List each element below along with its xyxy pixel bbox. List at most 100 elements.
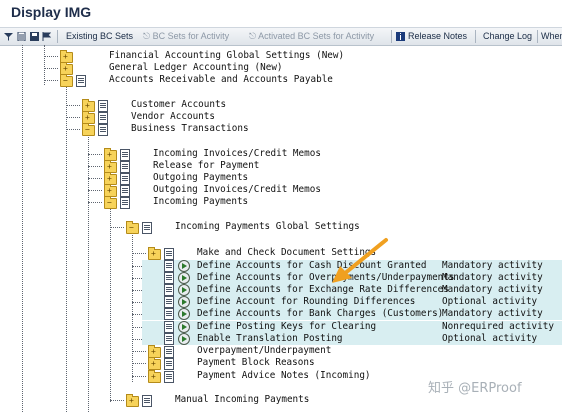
tree-node[interactable]: Vendor Accounts bbox=[131, 111, 215, 123]
existing-bc-sets-button[interactable]: Existing BC Sets bbox=[66, 31, 133, 41]
collapse-folder-icon[interactable]: − bbox=[126, 221, 139, 234]
documentation-icon[interactable] bbox=[164, 346, 174, 358]
tree-line bbox=[66, 129, 80, 130]
tree-node[interactable]: Incoming Invoices/Credit Memos bbox=[153, 148, 321, 160]
tree-node[interactable]: Incoming Payments bbox=[153, 196, 248, 208]
activity-node[interactable]: Define Accounts for Cash Discount Grante… bbox=[197, 260, 427, 272]
tree-node[interactable]: Outgoing Invoices/Credit Memos bbox=[153, 184, 321, 196]
tree-node[interactable]: Release for Payment bbox=[153, 160, 259, 172]
documentation-icon[interactable] bbox=[164, 296, 174, 308]
documentation-icon[interactable] bbox=[120, 197, 130, 209]
tree-line bbox=[44, 68, 58, 69]
tree-line bbox=[88, 135, 89, 412]
status-label: Optional activity bbox=[442, 333, 538, 344]
img-tree: + Financial Accounting Global Settings (… bbox=[0, 45, 562, 412]
release-notes-button[interactable]: Release Notes bbox=[408, 31, 467, 41]
where-used-button[interactable]: When bbox=[541, 31, 562, 41]
window-title: Display IMG bbox=[11, 4, 92, 20]
documentation-icon[interactable] bbox=[120, 185, 130, 197]
title-bar: Display IMG bbox=[0, 0, 562, 27]
change-log-button[interactable]: Change Log bbox=[483, 31, 532, 41]
expand-folder-icon[interactable]: + bbox=[126, 394, 139, 407]
documentation-icon[interactable] bbox=[164, 333, 174, 345]
annotation-arrow-icon bbox=[332, 238, 388, 283]
execute-icon[interactable] bbox=[178, 272, 190, 284]
expand-folder-icon[interactable]: + bbox=[148, 247, 161, 260]
documentation-icon[interactable] bbox=[164, 272, 174, 284]
bc-sets-for-activity-label: BC Sets for Activity bbox=[152, 31, 230, 41]
execute-icon[interactable] bbox=[178, 296, 190, 308]
execute-icon[interactable] bbox=[178, 333, 190, 345]
documentation-icon[interactable] bbox=[164, 321, 174, 333]
activity-node[interactable]: Define Account for Rounding Differences bbox=[197, 296, 415, 308]
tree-node[interactable]: Incoming Payments Global Settings bbox=[175, 221, 360, 233]
activity-node[interactable]: Define Posting Keys for Clearing bbox=[197, 321, 376, 333]
documentation-icon[interactable] bbox=[142, 395, 152, 407]
bc-sets-for-activity-button[interactable]: ⎋ BC Sets for Activity bbox=[143, 31, 229, 42]
tree-line bbox=[66, 117, 80, 118]
activity-node[interactable]: Define Accounts for Bank Charges (Custom… bbox=[197, 308, 443, 320]
documentation-icon[interactable] bbox=[98, 100, 108, 112]
execute-icon[interactable] bbox=[178, 260, 190, 272]
documentation-icon[interactable] bbox=[164, 284, 174, 296]
document-icon[interactable] bbox=[17, 32, 26, 41]
documentation-icon[interactable] bbox=[120, 149, 130, 161]
tree-node[interactable]: Financial Accounting Global Settings (Ne… bbox=[109, 50, 344, 62]
execute-icon[interactable] bbox=[178, 308, 190, 320]
tree-node[interactable]: Accounts Receivable and Accounts Payable bbox=[109, 74, 333, 86]
tree-line bbox=[132, 253, 146, 254]
activated-bc-sets-label: Activated BC Sets for Activity bbox=[258, 31, 375, 41]
documentation-icon[interactable] bbox=[98, 112, 108, 124]
tree-node[interactable]: Overpayment/Underpayment bbox=[197, 345, 331, 357]
status-label: Mandatory activity bbox=[442, 308, 543, 319]
documentation-icon[interactable] bbox=[164, 308, 174, 320]
documentation-icon[interactable] bbox=[142, 222, 152, 234]
tree-line bbox=[132, 232, 133, 382]
toolbar-separator bbox=[537, 30, 538, 43]
tree-node[interactable]: Outgoing Payments bbox=[153, 172, 248, 184]
tree-node[interactable]: Business Transactions bbox=[131, 123, 249, 135]
flag-icon[interactable] bbox=[42, 32, 51, 41]
documentation-icon[interactable] bbox=[164, 358, 174, 370]
documentation-icon[interactable] bbox=[164, 371, 174, 383]
tree-line bbox=[88, 190, 102, 191]
collapse-folder-icon[interactable]: − bbox=[104, 196, 117, 209]
documentation-icon[interactable] bbox=[164, 248, 174, 260]
expand-folder-icon[interactable]: + bbox=[148, 370, 161, 383]
documentation-icon[interactable] bbox=[76, 75, 86, 87]
save-icon[interactable] bbox=[30, 32, 39, 41]
tree-node[interactable]: Customer Accounts bbox=[131, 99, 226, 111]
tree-node[interactable]: Payment Advice Notes (Incoming) bbox=[197, 370, 371, 382]
activity-node[interactable]: Enable Translation Posting bbox=[197, 333, 343, 345]
tree-line bbox=[110, 208, 111, 402]
info-icon[interactable] bbox=[396, 32, 405, 41]
tree-line bbox=[88, 154, 102, 155]
activity-node[interactable]: Define Accounts for Exchange Rate Differ… bbox=[197, 284, 449, 296]
tree-node[interactable]: Manual Incoming Payments bbox=[175, 394, 309, 406]
collapse-folder-icon[interactable]: − bbox=[82, 123, 95, 136]
tree-line bbox=[66, 105, 80, 106]
activated-bc-sets-button[interactable]: ⎋ Activated BC Sets for Activity bbox=[249, 31, 374, 42]
documentation-icon[interactable] bbox=[98, 124, 108, 136]
expand-folder-icon[interactable]: + bbox=[148, 357, 161, 370]
status-label: Nonrequired activity bbox=[442, 321, 554, 332]
toolbar-separator bbox=[57, 30, 58, 43]
documentation-icon[interactable] bbox=[120, 161, 130, 173]
status-label: Optional activity bbox=[442, 296, 538, 307]
tree-node[interactable]: Payment Block Reasons bbox=[197, 357, 315, 369]
tree-line bbox=[44, 80, 58, 81]
documentation-icon[interactable] bbox=[164, 260, 174, 272]
watermark: 知乎 @ERProof bbox=[428, 381, 522, 396]
execute-icon[interactable] bbox=[178, 284, 190, 296]
collapse-folder-icon[interactable]: − bbox=[60, 74, 73, 87]
documentation-icon[interactable] bbox=[120, 173, 130, 185]
application-toolbar: Existing BC Sets ⎋ BC Sets for Activity … bbox=[0, 27, 562, 46]
tree-line bbox=[110, 227, 124, 228]
tree-node[interactable]: General Ledger Accounting (New) bbox=[109, 62, 283, 74]
tree-line bbox=[88, 178, 102, 179]
tree-line bbox=[132, 351, 146, 352]
filter-icon[interactable] bbox=[4, 32, 13, 41]
status-label: Mandatory activity bbox=[442, 272, 543, 283]
execute-icon[interactable] bbox=[178, 321, 190, 333]
status-label: Mandatory activity bbox=[442, 260, 543, 271]
